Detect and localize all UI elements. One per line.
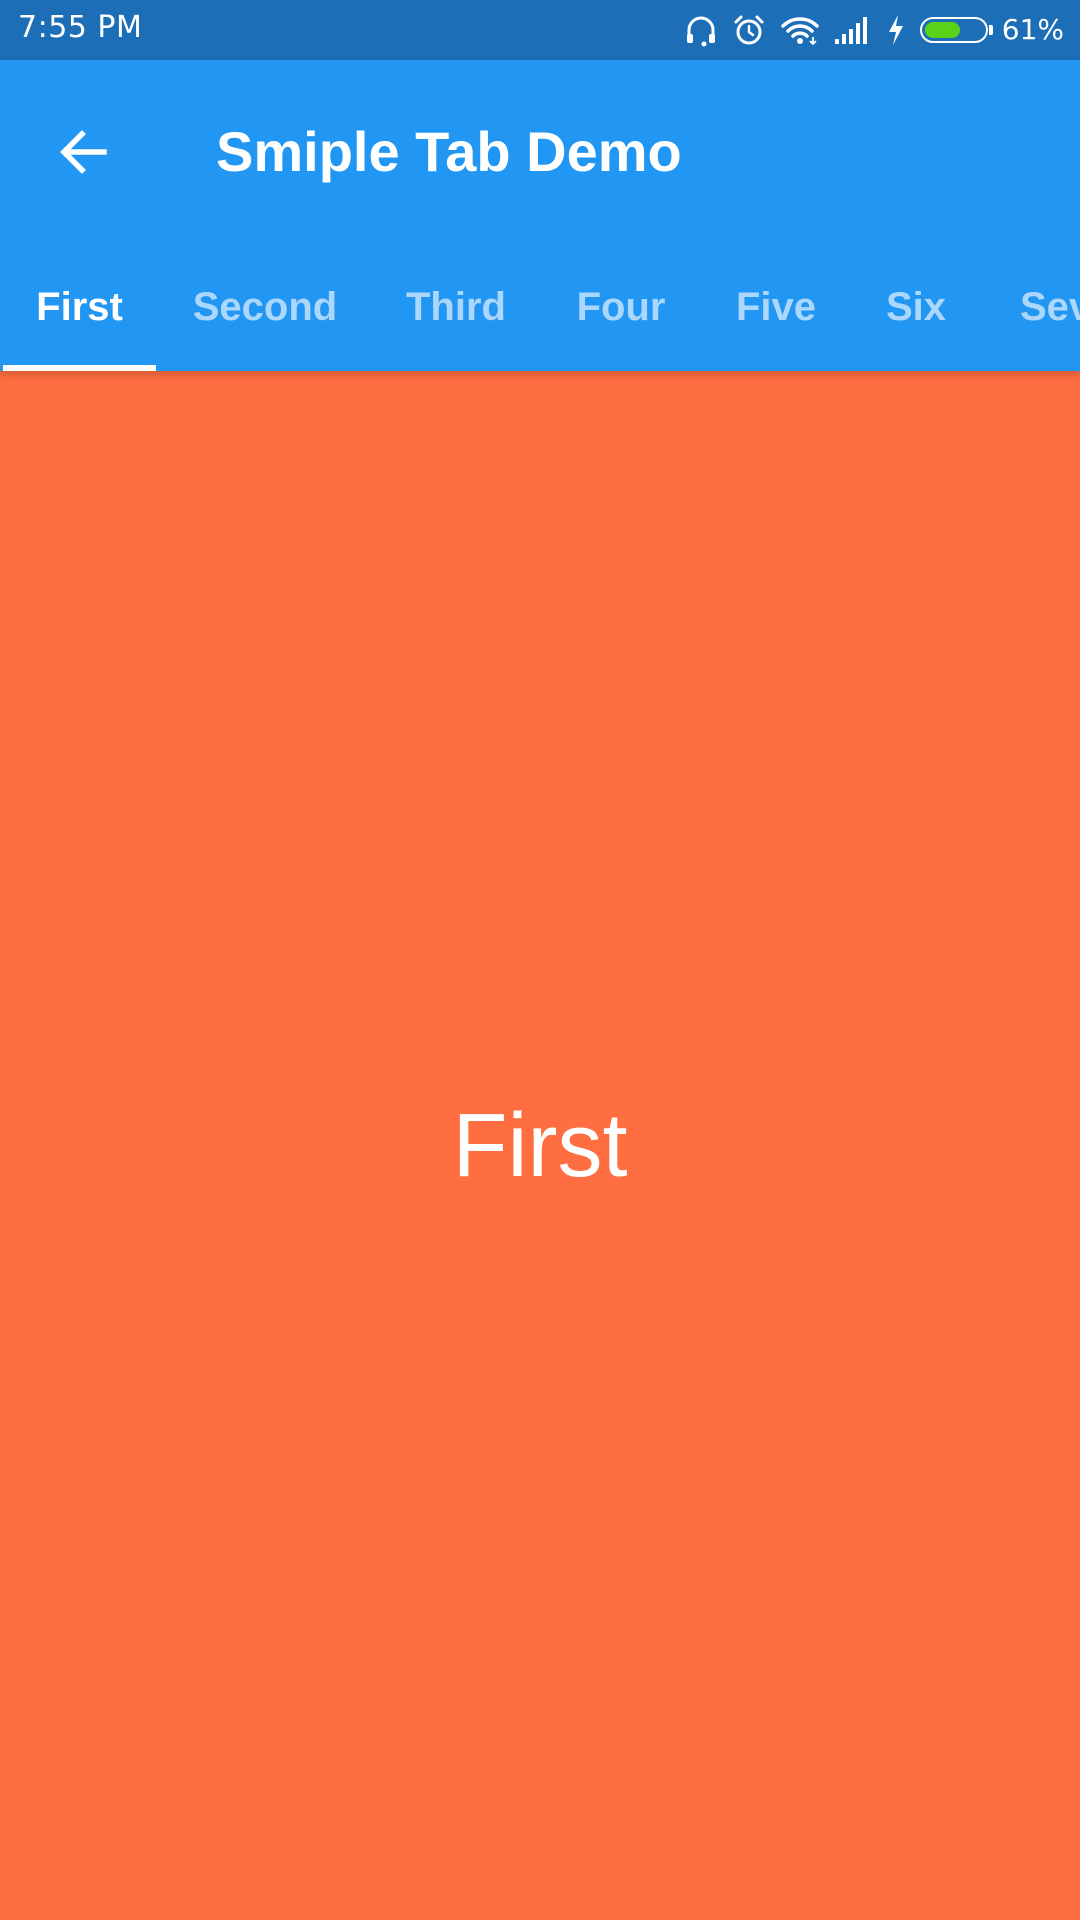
tab-six[interactable]: Six	[868, 243, 964, 371]
tab-label: Seven	[1020, 284, 1080, 329]
page-title: Smiple Tab Demo	[216, 120, 682, 183]
status-bar: 7:55 PM 61%	[0, 0, 1080, 60]
tab-content: First	[0, 371, 1080, 1920]
wifi-icon	[780, 13, 820, 47]
headset-icon	[684, 13, 718, 47]
tab-five[interactable]: Five	[704, 243, 848, 371]
back-button[interactable]	[40, 108, 128, 196]
tab-third[interactable]: Third	[374, 243, 538, 371]
tab-label: Five	[735, 284, 817, 329]
tab-seven[interactable]: Seven	[984, 243, 1080, 371]
tab-label: Six	[885, 284, 947, 329]
content-label: First	[452, 1096, 628, 1196]
battery-icon	[919, 17, 993, 43]
tab-label: First	[36, 284, 123, 329]
battery-nub	[988, 25, 993, 35]
charging-icon	[886, 14, 906, 46]
battery-level-fill	[924, 22, 960, 38]
tab-label: Second	[192, 284, 338, 329]
tab-four[interactable]: Four	[558, 243, 684, 371]
arrow-back-icon	[60, 130, 107, 174]
tab-first[interactable]: First	[3, 243, 156, 371]
tab-bar: First Second Third Four Five Six Seven	[0, 243, 1080, 371]
status-time: 7:55 PM	[18, 10, 143, 45]
tab-second[interactable]: Second	[176, 243, 354, 371]
alarm-icon	[732, 13, 766, 47]
battery-percentage: 61%	[1001, 13, 1064, 46]
tab-label: Third	[406, 284, 506, 329]
tab-indicator	[3, 365, 156, 371]
status-icons: 61%	[684, 0, 1064, 60]
app-bar: Smiple Tab Demo First Second Third Four …	[0, 60, 1080, 371]
signal-icon	[834, 15, 872, 45]
tab-label: Four	[576, 284, 666, 329]
